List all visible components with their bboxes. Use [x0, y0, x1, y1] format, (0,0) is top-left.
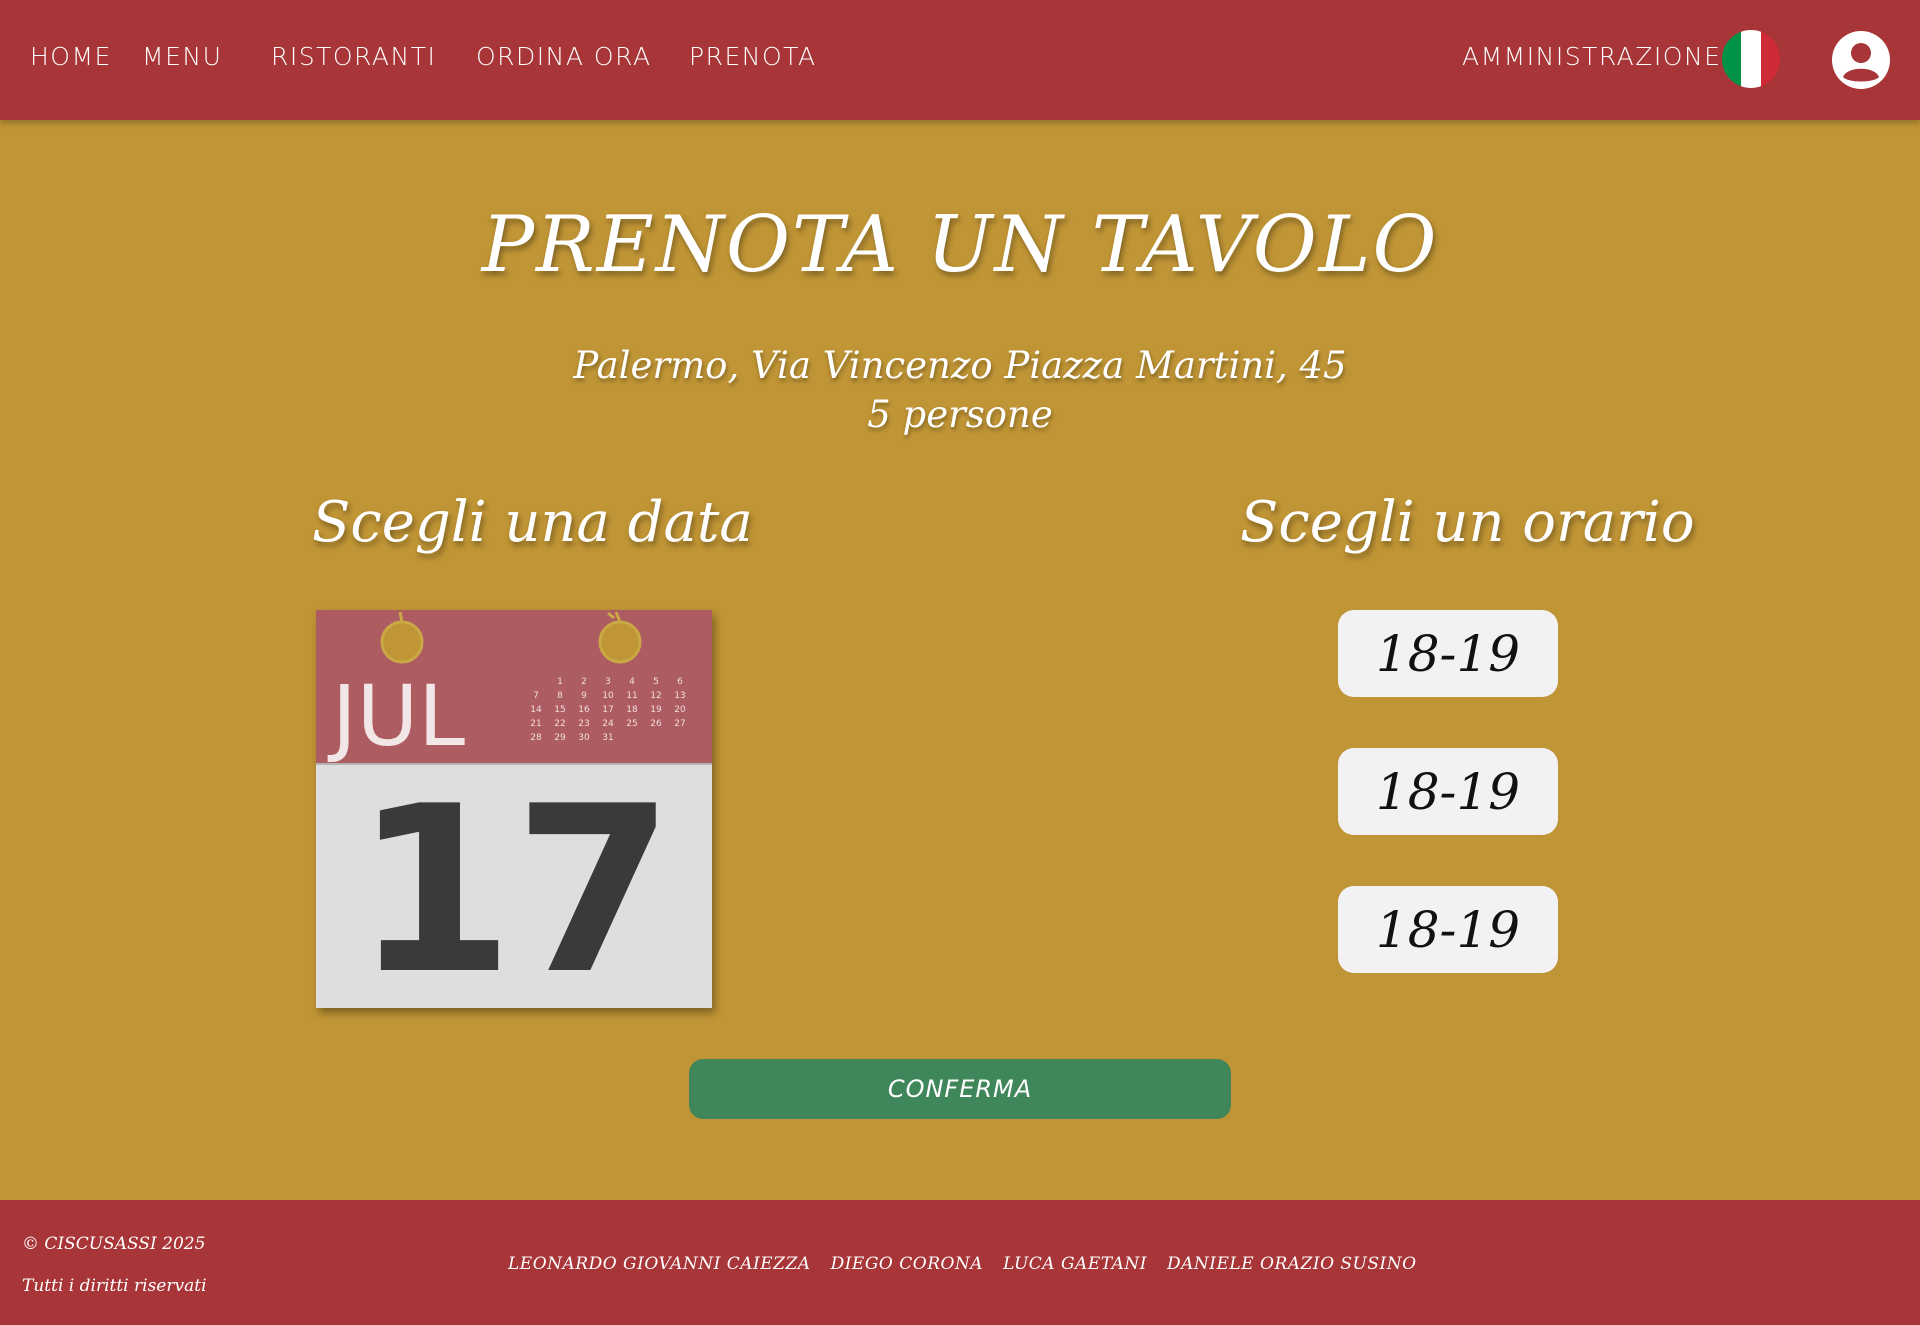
top-navbar: HOME MENU RISTORANTI ORDINA ORA PRENOTA …	[0, 0, 1920, 120]
calendar-mini-day: 31	[602, 733, 613, 743]
nav-menu-link[interactable]: MENU	[142, 42, 222, 71]
nav-prenota-link[interactable]: PRENOTA	[689, 42, 817, 71]
calendar-mini-day: 1	[557, 677, 563, 687]
nav-ordina-ora-link[interactable]: ORDINA ORA	[476, 42, 652, 71]
calendar-day-number: 17	[354, 758, 674, 1008]
calendar-mini-day: 11	[626, 691, 637, 701]
calendar-mini-day: 20	[674, 705, 686, 715]
calendar-mini-day: 15	[554, 705, 565, 715]
calendar-mini-day: 7	[533, 691, 539, 701]
calendar-mini-day: 17	[602, 705, 613, 715]
calendar-mini-day: 23	[578, 719, 589, 729]
calendar-mini-day: 2	[581, 677, 587, 687]
calendar-mini-day: 26	[650, 719, 662, 729]
footer-rights: Tutti i diritti riservati	[22, 1276, 207, 1296]
restaurant-address: Palermo, Via Vincenzo Piazza Martini, 45	[573, 344, 1347, 387]
time-slot-button[interactable]: 18-19	[1338, 610, 1558, 697]
calendar-mini-day: 28	[530, 733, 542, 743]
nav-home-link[interactable]: HOME	[30, 42, 112, 71]
nav-ristoranti-link[interactable]: RISTORANTI	[271, 42, 436, 71]
calendar-mini-day: 24	[602, 719, 614, 729]
calendar-mini-day: 18	[626, 705, 638, 715]
calendar-mini-day: 13	[674, 691, 685, 701]
calendar-mini-day: 10	[602, 691, 614, 701]
user-account-icon[interactable]	[1832, 31, 1890, 89]
page-title: PRENOTA UN TAVOLO	[481, 200, 1439, 290]
calendar-mini-day: 19	[650, 705, 662, 715]
calendar-mini-day: 4	[629, 677, 635, 687]
calendar-mini-day: 5	[653, 677, 659, 687]
author-name: LEONARDO GIOVANNI CAIEZZA	[508, 1254, 811, 1274]
people-count: 5 persone	[867, 393, 1053, 436]
date-section-heading: Scegli una data	[312, 490, 753, 555]
calendar-mini-day: 3	[605, 677, 611, 687]
calendar-mini-day: 21	[530, 719, 541, 729]
calendar-mini-day: 14	[530, 705, 542, 715]
nav-amministrazione-link[interactable]: AMMINISTRAZIONE	[1462, 42, 1721, 71]
italian-flag-icon[interactable]	[1722, 30, 1780, 88]
time-slot-button[interactable]: 18-19	[1338, 886, 1558, 973]
calendar-mini-day: 27	[674, 719, 685, 729]
calendar-mini-day: 22	[554, 719, 565, 729]
footer-authors: LEONARDO GIOVANNI CAIEZZA DIEGO CORONA L…	[508, 1254, 1417, 1274]
author-name: LUCA GAETANI	[1003, 1254, 1148, 1274]
calendar-mini-day: 8	[557, 691, 563, 701]
time-section-heading: Scegli un orario	[1240, 490, 1695, 555]
calendar-month-label: JUL	[327, 667, 465, 765]
author-name: DIEGO CORONA	[830, 1254, 984, 1274]
calendar-mini-day: 16	[578, 705, 590, 715]
confirm-button[interactable]: CONFERMA	[689, 1059, 1231, 1119]
calendar-date-picker[interactable]: JUL 1 2 3 4 5 67 8 9 10 11 12 1314 15 16 17 18 19 2021 22 2…	[316, 610, 712, 1008]
footer-copyright: © CISCUSASSI 2025	[22, 1234, 206, 1254]
author-name: DANIELE ORAZIO SUSINO	[1167, 1254, 1417, 1274]
time-slot-button[interactable]: 18-19	[1338, 748, 1558, 835]
calendar-mini-day: 9	[581, 691, 587, 701]
calendar-mini-day: 25	[626, 719, 637, 729]
calendar-mini-day: 30	[578, 733, 590, 743]
footer: © CISCUSASSI 2025 Tutti i diritti riserv…	[0, 1200, 1920, 1325]
calendar-mini-day: 6	[677, 677, 683, 687]
calendar-mini-day: 12	[650, 691, 661, 701]
calendar-mini-day: 29	[554, 733, 566, 743]
